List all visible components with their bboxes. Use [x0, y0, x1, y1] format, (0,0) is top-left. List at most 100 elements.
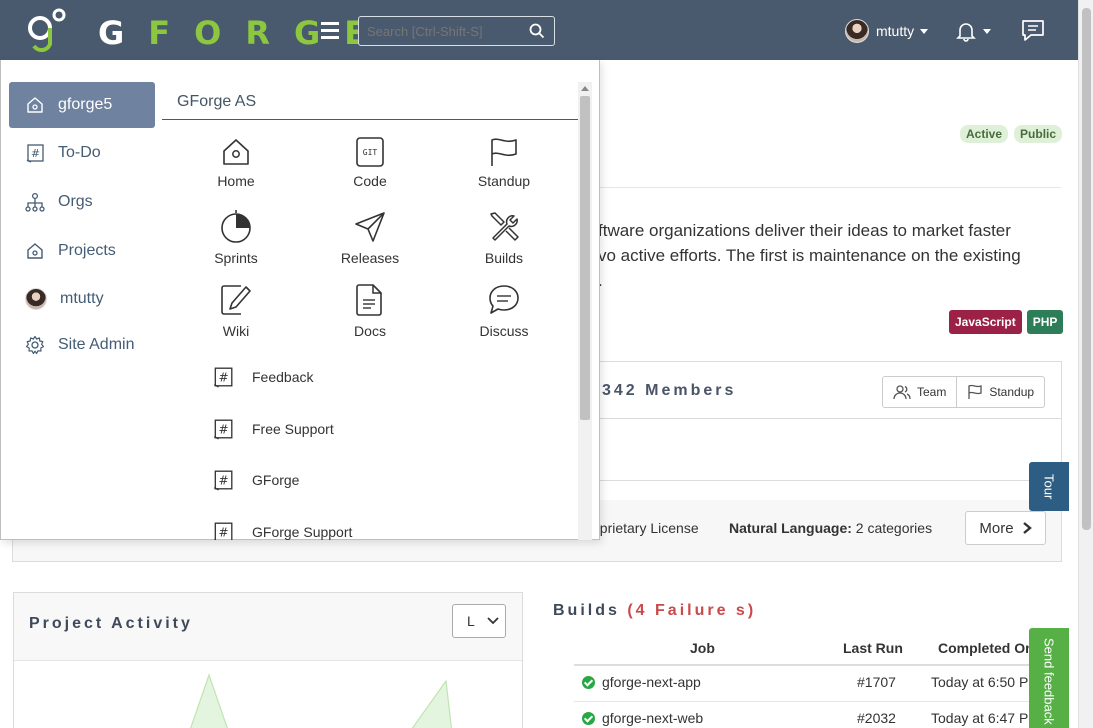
build-job[interactable]: gforge-next-app: [602, 674, 701, 690]
tool-code[interactable]: GIT Code: [320, 137, 420, 203]
activity-header: Project Activity L: [14, 593, 522, 661]
tool-label: Standup: [477, 173, 531, 189]
svg-text:#: #: [218, 370, 228, 384]
hash-icon: #: [26, 144, 44, 163]
column-job: Job: [690, 640, 715, 656]
send-feedback-tab[interactable]: Send feedback: [1029, 628, 1069, 728]
language-badge-php[interactable]: PHP: [1026, 310, 1064, 334]
description-line: .: [598, 271, 603, 290]
activity-chart: [190, 673, 453, 728]
project-status-badges: Active Public: [960, 125, 1063, 143]
tool-docs[interactable]: Docs: [320, 283, 420, 349]
tool-label: Wiki: [222, 323, 250, 339]
activity-range-select[interactable]: L: [452, 604, 506, 638]
sidebar-item-label: Site Admin: [58, 336, 135, 353]
document-icon: [356, 284, 382, 316]
flag-icon: [491, 138, 517, 166]
language-badge-javascript[interactable]: JavaScript: [949, 310, 1022, 334]
notifications-menu[interactable]: [955, 18, 995, 44]
more-button[interactable]: More: [965, 511, 1046, 545]
tool-label: Releases: [340, 250, 400, 266]
user-name: mtutty: [876, 23, 915, 39]
users-icon: [893, 385, 911, 400]
tool-builds[interactable]: Builds: [454, 210, 554, 276]
window-scrollbar[interactable]: [1078, 0, 1093, 728]
tool-discuss[interactable]: Discuss: [454, 283, 554, 349]
natural-language: Natural Language: 2 categories: [729, 520, 932, 536]
project-description: ftware organizations deliver their ideas…: [598, 218, 1058, 293]
list-item[interactable]: # Free Support: [212, 415, 334, 443]
build-last-run[interactable]: #2032: [857, 710, 896, 726]
description-line: vo active efforts. The first is maintena…: [598, 246, 1021, 265]
tool-sprints[interactable]: Sprints: [186, 210, 286, 276]
window-scrollbar-thumb[interactable]: [1082, 8, 1091, 530]
sidebar-item-orgs[interactable]: Orgs: [9, 179, 155, 225]
table-row[interactable]: gforge-next-web #2032 Today at 6:47 PM: [574, 702, 1040, 728]
sidebar-item-label: mtutty: [60, 290, 104, 307]
hash-icon: #: [214, 522, 233, 540]
builds-failure-count: (4 Failure s): [627, 602, 757, 619]
sidebar-item-label: Orgs: [58, 193, 93, 210]
list-item[interactable]: # GForge Support: [212, 518, 352, 540]
navigation-dropdown: gforge5 # To-Do Orgs Projects mtutty Sit…: [0, 60, 600, 540]
build-completed: Today at 6:47 PM: [931, 710, 1040, 726]
more-button-label: More: [979, 519, 1014, 537]
tour-tab-label: Tour: [1041, 473, 1057, 500]
user-menu[interactable]: mtutty: [845, 18, 929, 44]
sidebar-item-user[interactable]: mtutty: [9, 276, 155, 322]
divider: [600, 187, 1061, 188]
hash-icon: #: [213, 470, 233, 491]
hamburger-menu-icon[interactable]: [321, 22, 339, 40]
build-last-run[interactable]: #1707: [857, 674, 896, 690]
search-input[interactable]: [358, 16, 555, 46]
builds-table-header: Job Last Run Completed On: [574, 632, 1036, 666]
org-title: GForge AS: [162, 82, 578, 120]
members-list: [598, 419, 1062, 481]
gforge-logo-mark-icon: [28, 8, 66, 52]
build-job[interactable]: gforge-next-web: [602, 710, 703, 726]
tool-releases[interactable]: Releases: [320, 210, 420, 276]
visibility-badge: Public: [1014, 125, 1063, 143]
builds-title: Builds (4 Failure s): [553, 602, 756, 620]
members-title: 342 Members: [602, 382, 737, 399]
chevron-down-icon: [983, 28, 991, 34]
language-badges: JavaScript PHP: [949, 310, 1064, 334]
list-item[interactable]: # GForge: [212, 466, 299, 494]
paper-plane-icon: [355, 212, 385, 242]
team-button[interactable]: Team: [882, 376, 958, 408]
check-circle-icon: [582, 676, 595, 689]
home-icon: [27, 243, 43, 259]
status-badge: Active: [960, 125, 1009, 143]
chat-icon[interactable]: [1019, 16, 1047, 44]
standup-button[interactable]: Standup: [957, 376, 1046, 408]
tour-tab[interactable]: Tour: [1029, 462, 1069, 511]
gear-icon: [25, 335, 45, 355]
team-button-label: Team: [917, 385, 947, 399]
sidebar-item-projects[interactable]: Projects: [9, 228, 155, 274]
chevron-right-icon: [1022, 522, 1032, 534]
activity-select-value: L: [467, 613, 475, 629]
tool-label: Docs: [354, 323, 386, 339]
menu-scrollbar-thumb[interactable]: [580, 96, 590, 420]
chevron-down-icon: [920, 28, 929, 34]
builds-table: Job Last Run Completed On gforge-next-ap…: [574, 632, 1040, 728]
search-icon[interactable]: [528, 22, 546, 40]
gforge-logo[interactable]: GFORGE: [26, 6, 366, 56]
scroll-up-arrow-icon[interactable]: [581, 86, 589, 91]
sidebar-item-todo[interactable]: # To-Do: [9, 130, 155, 176]
svg-text:GIT: GIT: [363, 148, 378, 157]
home-icon: [223, 139, 249, 165]
tool-standup[interactable]: Standup: [454, 137, 554, 203]
table-row[interactable]: gforge-next-app #1707 Today at 6:50 PM: [574, 666, 1040, 702]
bell-icon: [956, 23, 976, 42]
check-circle-icon: [582, 712, 595, 725]
menu-scrollbar[interactable]: [578, 82, 592, 540]
sidebar-item-site-admin[interactable]: Site Admin: [9, 322, 155, 368]
members-card: 342 Members Team Standup: [598, 361, 1062, 419]
sidebar-item-gforge5[interactable]: gforge5: [9, 82, 155, 128]
tool-home[interactable]: Home: [186, 137, 286, 203]
org-chart-icon: [25, 192, 45, 212]
list-item[interactable]: # Feedback: [212, 363, 313, 391]
tool-label: Builds: [484, 250, 524, 266]
tool-wiki[interactable]: Wiki: [186, 283, 286, 349]
